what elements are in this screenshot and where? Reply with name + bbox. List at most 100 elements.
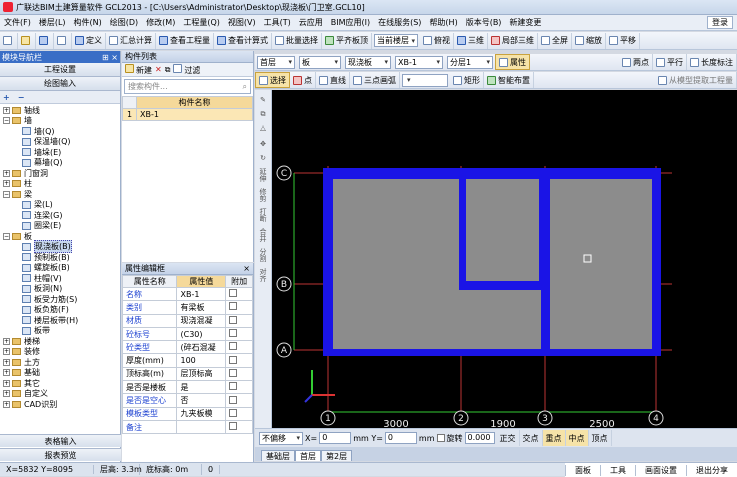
tree-item[interactable]: 圈梁(E): [0, 221, 120, 232]
view-formula-button[interactable]: 查看计算式: [214, 32, 272, 49]
tree-item[interactable]: + 自定义: [0, 389, 120, 400]
table-row[interactable]: 1 XB-1: [122, 108, 253, 121]
component-name-select[interactable]: XB-1: [395, 55, 443, 69]
tree-item[interactable]: 连梁(G): [0, 210, 120, 221]
exit-share-button[interactable]: 退出分享: [686, 464, 737, 476]
tree-item[interactable]: 螺旋板(B): [0, 263, 120, 274]
table-row[interactable]: 模板类型 九夹板模: [121, 406, 253, 421]
tree-item[interactable]: + 其它: [0, 378, 120, 389]
menu-tools[interactable]: 工具(T): [260, 17, 295, 28]
search-icon[interactable]: ⌕: [243, 82, 247, 92]
menu-version[interactable]: 版本号(B): [462, 17, 506, 28]
attach-checkbox[interactable]: [225, 340, 253, 355]
tree-item[interactable]: 墙垛(E): [0, 147, 120, 158]
3d-button[interactable]: 三维: [454, 32, 488, 49]
table-row[interactable]: 砼类型 (碎石混凝: [121, 340, 253, 355]
table-row[interactable]: 是否是空心否: [121, 393, 253, 408]
tree-item[interactable]: + 土方: [0, 357, 120, 368]
pan-button[interactable]: 平移: [606, 32, 640, 49]
batch-select-button[interactable]: 批量选择: [272, 32, 322, 49]
attach-checkbox[interactable]: [225, 393, 253, 408]
sublayer-select[interactable]: 分层1: [447, 55, 493, 69]
sum-calc-button[interactable]: 汇总计算: [106, 32, 156, 49]
extract-quantity-button[interactable]: 从模型提取工程量: [655, 72, 737, 88]
table-input-button[interactable]: 表格输入: [0, 434, 121, 447]
new-component-button[interactable]: 新建: [125, 63, 152, 76]
menu-new-change[interactable]: 新建变更: [505, 17, 545, 28]
tree-item[interactable]: 保温墙(Q): [0, 137, 120, 148]
table-row[interactable]: 类别 有梁板: [121, 300, 253, 315]
tab-second-floor[interactable]: 第2层: [321, 450, 353, 461]
break-tool[interactable]: 打断: [258, 208, 268, 222]
merge-tool[interactable]: 合并: [258, 228, 268, 242]
tree-item[interactable]: + 楼梯: [0, 336, 120, 347]
intersect-button[interactable]: 交点: [520, 430, 543, 446]
move-icon[interactable]: ✥: [260, 140, 266, 148]
rotate-checkbox[interactable]: [436, 434, 445, 442]
line-button[interactable]: 直线: [316, 72, 350, 88]
table-row[interactable]: 厚度(mm) 100: [121, 353, 253, 368]
panel-button[interactable]: 面板: [565, 464, 600, 476]
tree-item[interactable]: + 柱: [0, 179, 120, 190]
tools-button[interactable]: 工具: [600, 464, 635, 476]
tree-item[interactable]: 幕墙(Q): [0, 158, 120, 169]
table-row[interactable]: 材质 现浇混凝: [121, 313, 253, 328]
tree-item[interactable]: + 轴线: [0, 105, 120, 116]
drawing-input-button[interactable]: 绘图输入: [0, 77, 120, 91]
arc-mode-select[interactable]: [402, 73, 448, 87]
pencil-icon[interactable]: ✎: [260, 96, 266, 104]
tree-item[interactable]: 预制板(B): [0, 252, 120, 263]
open-button[interactable]: [18, 32, 36, 49]
copy-icon[interactable]: ⧉: [165, 65, 171, 75]
current-floor-select[interactable]: 当前楼层: [374, 34, 418, 47]
tree-item[interactable]: 板受力筋(S): [0, 294, 120, 305]
login-button[interactable]: 登录: [707, 16, 733, 29]
table-row[interactable]: 顶标高(m) 层顶标高: [121, 366, 253, 382]
offset-select[interactable]: 不偏移: [259, 431, 303, 445]
menu-component[interactable]: 构件(N): [70, 17, 106, 28]
report-preview-button[interactable]: 报表预览: [0, 448, 121, 461]
collapse-all-icon[interactable]: −: [18, 93, 25, 102]
tree-item[interactable]: 墙(Q): [0, 126, 120, 137]
table-row[interactable]: 是否是楼板是: [121, 380, 253, 395]
tree-item[interactable]: − 墙: [0, 116, 120, 127]
new-file-button[interactable]: [0, 32, 18, 49]
tree-item[interactable]: 楼层板带(H): [0, 315, 120, 326]
attach-checkbox[interactable]: [225, 366, 253, 382]
menu-help[interactable]: 帮助(H): [425, 17, 461, 28]
filter-button[interactable]: 过滤: [173, 63, 200, 76]
x-input[interactable]: 0: [319, 432, 352, 444]
menu-quantity[interactable]: 工程量(Q): [179, 17, 224, 28]
fullscreen-button[interactable]: 全屏: [538, 32, 572, 49]
attach-checkbox[interactable]: [225, 419, 253, 435]
tree-item[interactable]: 板负筋(F): [0, 305, 120, 316]
table-row[interactable]: 砼标号 (C30): [121, 326, 253, 342]
define-button[interactable]: 定义: [72, 32, 106, 49]
parallel-button[interactable]: 平行: [653, 54, 687, 70]
attach-checkbox[interactable]: [225, 380, 253, 395]
center-button[interactable]: 中点: [565, 430, 589, 446]
mirror-icon[interactable]: ⧊: [260, 125, 266, 134]
menu-cloud[interactable]: 云应用: [295, 17, 327, 28]
attach-checkbox[interactable]: [225, 286, 253, 302]
zoom-button[interactable]: 缩放: [572, 32, 606, 49]
layer-select[interactable]: 首层: [257, 55, 295, 69]
table-row[interactable]: 名称 XB-1: [121, 286, 253, 302]
subtype-select[interactable]: 现浇板: [345, 55, 391, 69]
rotate-icon[interactable]: ↻: [260, 154, 266, 162]
tree-item[interactable]: + 基础: [0, 368, 120, 379]
menu-online[interactable]: 在线服务(S): [374, 17, 425, 28]
tree-item[interactable]: + CAD识别: [0, 399, 120, 410]
expand-all-icon[interactable]: +: [3, 93, 10, 102]
tab-foundation[interactable]: 基础层: [261, 450, 295, 461]
view-quantity-button[interactable]: 查看工程量: [156, 32, 214, 49]
tree-item[interactable]: + 装修: [0, 347, 120, 358]
attach-checkbox[interactable]: [225, 353, 253, 368]
menu-file[interactable]: 文件(F): [0, 17, 35, 28]
tree-item[interactable]: − 梁: [0, 189, 120, 200]
tab-first-floor[interactable]: 首层: [295, 450, 321, 461]
tree-item[interactable]: 板洞(N): [0, 284, 120, 295]
properties-button[interactable]: 属性: [495, 54, 530, 70]
tree-item[interactable]: 板带: [0, 326, 120, 337]
tree-item[interactable]: 柱帽(V): [0, 273, 120, 284]
